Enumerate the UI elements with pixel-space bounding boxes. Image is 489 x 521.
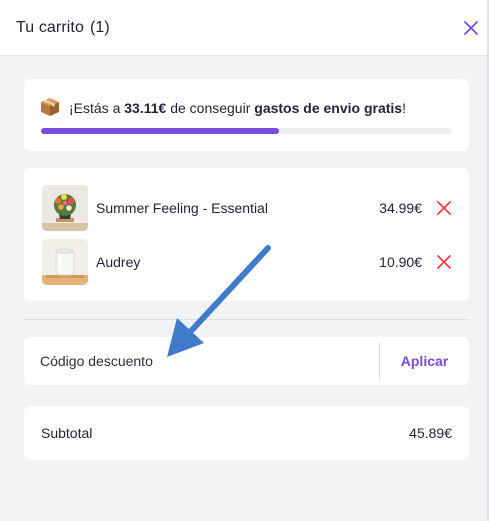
shipping-prefix: ¡Estás a xyxy=(69,100,125,116)
item-price: 10.90€ xyxy=(379,254,422,270)
cart-item: Summer Feeling - Essential 34.99€ xyxy=(42,185,452,231)
cart-items-card: Summer Feeling - Essential 34.99€ Audrey… xyxy=(24,168,469,301)
free-shipping-card: ¡Estás a 33.11€ de conseguir gastos de e… xyxy=(24,79,469,151)
close-icon[interactable] xyxy=(462,19,480,37)
shipping-suffix: ! xyxy=(402,100,406,116)
remove-item-icon[interactable] xyxy=(436,200,452,216)
shipping-progress-bar xyxy=(41,128,452,134)
cart-item: Audrey 10.90€ xyxy=(42,239,452,285)
cart-header: Tu carrito (1) xyxy=(0,0,489,56)
item-name[interactable]: Audrey xyxy=(96,254,140,270)
item-price: 34.99€ xyxy=(379,200,422,216)
shipping-middle: de conseguir xyxy=(166,100,255,116)
remove-item-icon[interactable] xyxy=(436,254,452,270)
cart-title-text: Tu carrito xyxy=(16,19,84,36)
subtotal-value: 45.89€ xyxy=(409,425,452,441)
package-icon xyxy=(40,97,60,117)
discount-code-input[interactable] xyxy=(24,337,379,385)
cart-title: Tu carrito (1) xyxy=(16,19,110,37)
shipping-amount: 33.11€ xyxy=(124,100,167,116)
discount-code-card: Aplicar xyxy=(24,337,469,385)
subtotal-label: Subtotal xyxy=(41,425,93,441)
item-name[interactable]: Summer Feeling - Essential xyxy=(96,200,268,216)
shipping-highlight: gastos de envio gratis xyxy=(254,100,403,116)
shipping-progress-fill xyxy=(41,128,280,134)
free-shipping-message: ¡Estás a 33.11€ de conseguir gastos de e… xyxy=(69,100,406,116)
apply-discount-button[interactable]: Aplicar xyxy=(380,337,469,385)
cart-panel: Tu carrito (1) ¡Estás a 33.11€ de consegu… xyxy=(0,0,489,521)
subtotal-card: Subtotal 45.89€ xyxy=(24,406,469,460)
cart-item-count: (1) xyxy=(89,19,110,36)
product-thumbnail-summer-feeling[interactable] xyxy=(42,185,88,231)
product-thumbnail-audrey[interactable] xyxy=(42,239,88,285)
section-divider xyxy=(24,319,469,320)
